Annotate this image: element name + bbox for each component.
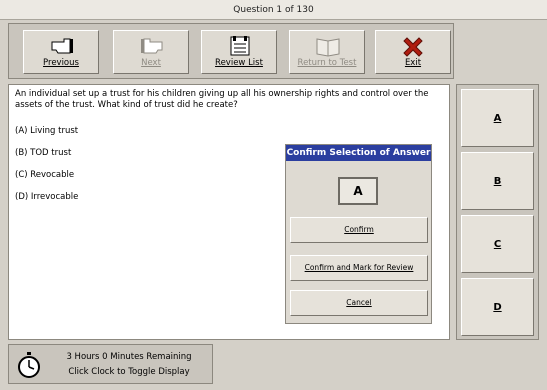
dialog-title: Confirm Selection of Answer bbox=[286, 145, 431, 161]
exit-label: Exit bbox=[404, 58, 422, 68]
review-list-icon bbox=[230, 36, 250, 56]
review-list-label: Review List bbox=[215, 58, 263, 68]
previous-button[interactable]: Previous bbox=[23, 30, 99, 74]
option-d: (D) Irrevocable bbox=[15, 192, 79, 202]
previous-label: Previous bbox=[43, 58, 79, 68]
answer-c-button[interactable]: C bbox=[461, 215, 534, 273]
answer-a-button[interactable]: A bbox=[461, 89, 534, 147]
confirm-mark-review-button[interactable]: Confirm and Mark for Review bbox=[290, 255, 428, 281]
option-c: (C) Revocable bbox=[15, 170, 75, 180]
answer-panel: A B C D bbox=[456, 84, 539, 340]
answer-b-button[interactable]: B bbox=[461, 152, 534, 210]
toolbar: Previous Next Review List Return to Test… bbox=[8, 23, 454, 79]
next-button[interactable]: Next bbox=[113, 30, 189, 74]
hand-pointing-left-icon bbox=[51, 38, 73, 54]
review-list-button[interactable]: Review List bbox=[201, 30, 277, 74]
question-text: An individual set up a trust for his chi… bbox=[15, 89, 429, 110]
confirm-button[interactable]: Confirm bbox=[290, 217, 428, 243]
selected-answer-box: A bbox=[338, 177, 378, 205]
exit-button[interactable]: Exit bbox=[375, 30, 451, 74]
clock-panel[interactable]: 3 Hours 0 Minutes Remaining Click Clock … bbox=[8, 344, 213, 384]
open-book-icon bbox=[316, 38, 340, 57]
window-title: Question 1 of 130 bbox=[0, 0, 547, 20]
option-a: (A) Living trust bbox=[15, 126, 79, 136]
confirm-dialog: Confirm Selection of Answer A Confirm Co… bbox=[285, 144, 432, 324]
exit-x-icon bbox=[403, 37, 423, 57]
clock-text: 3 Hours 0 Minutes Remaining Click Clock … bbox=[49, 350, 209, 380]
time-remaining: 3 Hours 0 Minutes Remaining bbox=[66, 352, 192, 362]
clock-hint: Click Clock to Toggle Display bbox=[68, 367, 190, 377]
next-label: Next bbox=[141, 58, 161, 68]
hand-pointing-right-icon bbox=[141, 38, 163, 54]
return-to-test-button[interactable]: Return to Test bbox=[289, 30, 365, 74]
answer-d-button[interactable]: D bbox=[461, 278, 534, 336]
cancel-button[interactable]: Cancel bbox=[290, 290, 428, 316]
return-to-test-label: Return to Test bbox=[297, 58, 357, 68]
option-b: (B) TOD trust bbox=[15, 148, 72, 158]
stopwatch-icon[interactable] bbox=[15, 351, 43, 379]
